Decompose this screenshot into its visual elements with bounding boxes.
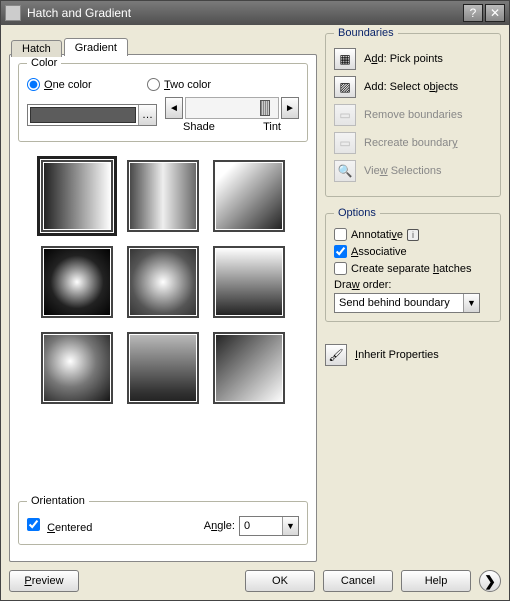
draw-order-value[interactable] xyxy=(335,294,463,312)
gradient-preset-4[interactable] xyxy=(41,246,113,318)
gradient-preset-8[interactable] xyxy=(127,332,199,404)
gradient-preset-5[interactable] xyxy=(127,246,199,318)
inherit-label: Inherit Properties xyxy=(355,349,439,361)
tab-gradient[interactable]: Gradient xyxy=(64,38,128,56)
angle-dropdown-arrow[interactable]: ▼ xyxy=(282,517,298,535)
color-legend: Color xyxy=(27,57,61,69)
preview-button[interactable]: Preview xyxy=(9,570,79,592)
shade-tint-slider[interactable] xyxy=(185,97,279,119)
recreate-boundary: ▭ Recreate boundary xyxy=(334,132,492,154)
orientation-group: Orientation Centered Angle: xyxy=(18,501,308,545)
select-objects-label: Add: Select objects xyxy=(364,81,458,93)
recreate-boundary-icon: ▭ xyxy=(334,132,356,154)
separate-hatches-checkbox-input[interactable] xyxy=(334,262,347,275)
gradient-preset-grid xyxy=(18,160,308,404)
recreate-boundary-label: Recreate boundary xyxy=(364,137,458,149)
draw-order-dropdown-arrow[interactable]: ▼ xyxy=(463,294,479,312)
angle-input[interactable] xyxy=(240,517,282,535)
shade-left-button[interactable]: ◄ xyxy=(165,97,183,119)
one-color-radio-input[interactable] xyxy=(27,78,40,91)
associative-checkbox[interactable]: Associative xyxy=(334,245,492,258)
cancel-button[interactable]: Cancel xyxy=(323,570,393,592)
remove-boundaries-label: Remove boundaries xyxy=(364,109,462,121)
annotative-checkbox-input[interactable] xyxy=(334,228,347,241)
options-group: Options Annotative i Associative Create … xyxy=(325,213,501,322)
one-color-radio[interactable]: One color xyxy=(27,78,147,91)
gradient-preset-7[interactable] xyxy=(41,332,113,404)
associative-checkbox-input[interactable] xyxy=(334,245,347,258)
gradient-preset-3[interactable] xyxy=(213,160,285,232)
window-title: Hatch and Gradient xyxy=(27,6,461,20)
client-area: Hatch Gradient Color One color xyxy=(1,25,509,600)
gradient-preset-2[interactable] xyxy=(127,160,199,232)
centered-checkbox[interactable]: Centered xyxy=(27,518,92,534)
remove-boundaries-icon: ▭ xyxy=(334,104,356,126)
view-selections: 🔍 View Selections xyxy=(334,160,492,182)
gradient-tab-page: Color One color Two color xyxy=(9,54,317,562)
shade-right-button[interactable]: ► xyxy=(281,97,299,119)
shade-label: Shade xyxy=(183,121,215,133)
ok-button[interactable]: OK xyxy=(245,570,315,592)
titlebar: Hatch and Gradient ? ✕ xyxy=(1,1,509,25)
pick-points-icon: ▦ xyxy=(334,48,356,70)
app-icon xyxy=(5,5,21,21)
angle-combo[interactable]: ▼ xyxy=(239,516,299,536)
color-swatch-fill xyxy=(30,107,136,123)
tab-bar: Hatch Gradient xyxy=(11,33,317,55)
hatch-gradient-dialog: Hatch and Gradient ? ✕ Hatch Gradient Co… xyxy=(0,0,510,601)
two-color-radio-input[interactable] xyxy=(147,78,160,91)
view-selections-icon: 🔍 xyxy=(334,160,356,182)
help-title-button[interactable]: ? xyxy=(463,4,483,22)
color-picker-button[interactable]: … xyxy=(138,105,156,125)
boundaries-legend: Boundaries xyxy=(334,27,398,39)
angle-label: Angle: xyxy=(204,520,235,532)
boundaries-group: Boundaries ▦ Add: Pick points ▨ Add: Sel… xyxy=(325,33,501,197)
info-icon[interactable]: i xyxy=(407,229,419,241)
orientation-legend: Orientation xyxy=(27,495,89,507)
help-button[interactable]: Help xyxy=(401,570,471,592)
gradient-preset-1[interactable] xyxy=(41,160,113,232)
right-column: Boundaries ▦ Add: Pick points ▨ Add: Sel… xyxy=(325,33,501,562)
slider-thumb[interactable] xyxy=(260,100,270,116)
separate-hatches-checkbox[interactable]: Create separate hatches xyxy=(334,262,492,275)
color-swatch[interactable]: … xyxy=(27,104,157,126)
draw-order-combo[interactable]: ▼ xyxy=(334,293,480,313)
inherit-icon: 🖌 xyxy=(325,344,347,366)
add-select-objects[interactable]: ▨ Add: Select objects xyxy=(334,76,492,98)
gradient-preset-9[interactable] xyxy=(213,332,285,404)
draw-order-label: Draw order: xyxy=(334,279,492,291)
left-column: Hatch Gradient Color One color xyxy=(9,33,317,562)
select-objects-icon: ▨ xyxy=(334,76,356,98)
pick-points-label: Add: Pick points xyxy=(364,53,443,65)
expand-button[interactable]: ❯ xyxy=(479,570,501,592)
bottom-bar: Preview OK Cancel Help ❯ xyxy=(9,562,501,592)
tint-label: Tint xyxy=(263,121,281,133)
centered-checkbox-input[interactable] xyxy=(27,518,40,531)
inherit-properties[interactable]: 🖌 Inherit Properties xyxy=(325,344,501,366)
add-pick-points[interactable]: ▦ Add: Pick points xyxy=(334,48,492,70)
options-legend: Options xyxy=(334,207,380,219)
close-button[interactable]: ✕ xyxy=(485,4,505,22)
two-color-radio[interactable]: Two color xyxy=(147,78,267,91)
tab-hatch[interactable]: Hatch xyxy=(11,40,62,57)
color-group: Color One color Two color xyxy=(18,63,308,142)
annotative-checkbox[interactable]: Annotative i xyxy=(334,228,492,241)
shade-tint-area: ◄ ► Shade Tint xyxy=(165,97,299,133)
gradient-preset-6[interactable] xyxy=(213,246,285,318)
view-selections-label: View Selections xyxy=(364,165,441,177)
remove-boundaries: ▭ Remove boundaries xyxy=(334,104,492,126)
